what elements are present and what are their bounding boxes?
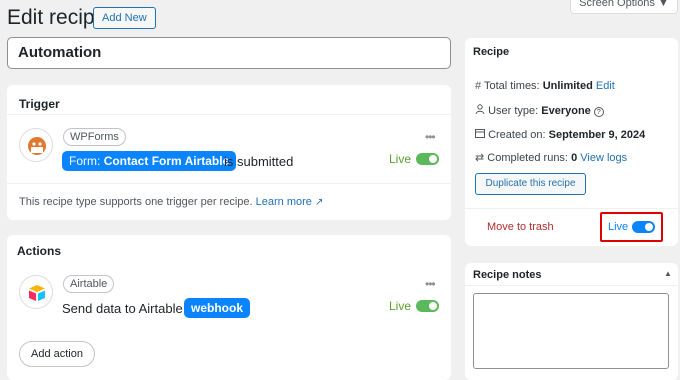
trigger-panel: Trigger WPForms ••• Form: Contact Form A… (7, 85, 451, 220)
user-type-label: User type: (488, 105, 539, 117)
action-live-toggle[interactable] (416, 300, 439, 312)
move-to-trash-link[interactable]: Move to trash (487, 221, 554, 233)
completed-runs-label: Completed runs: (487, 152, 568, 164)
action-more-icon[interactable]: ••• (425, 277, 436, 291)
trigger-more-icon[interactable]: ••• (425, 130, 436, 144)
wpforms-icon (19, 128, 53, 162)
airtable-icon (19, 275, 53, 309)
trigger-heading: Trigger (19, 97, 60, 111)
page-title: Edit recipe (7, 6, 107, 29)
recipe-sidebar: Recipe # Total times: Unlimited Edit Use… (465, 38, 678, 246)
trigger-live-toggle[interactable] (416, 153, 439, 165)
trigger-note: This recipe type supports one trigger pe… (19, 196, 253, 208)
total-times-value: Unlimited (542, 80, 593, 92)
trigger-live-label: Live (389, 152, 412, 166)
hash-icon: # (475, 80, 482, 92)
completed-runs-value: 0 (571, 152, 578, 164)
add-action-button[interactable]: Add action (19, 341, 95, 367)
actions-panel: Actions Airtable ••• Send data to Airtab… (7, 235, 451, 380)
user-icon (475, 104, 488, 117)
total-times-edit-link[interactable]: Edit (596, 80, 615, 92)
created-label: Created on: (488, 129, 546, 141)
action-token-value: webhook (191, 301, 244, 315)
collapse-up-icon[interactable]: ▲ (664, 269, 672, 278)
view-logs-link[interactable]: View logs (580, 152, 627, 164)
learn-more-link[interactable]: Learn more (256, 196, 312, 208)
recipe-notes-heading: Recipe notes (473, 269, 542, 281)
recipe-live-toggle[interactable] (632, 221, 655, 233)
user-type-value: Everyone (541, 105, 591, 117)
recipe-notes-textarea[interactable] (473, 293, 669, 369)
action-live-label: Live (389, 299, 412, 313)
screen-options-button[interactable]: Screen Options ▼ (570, 0, 678, 14)
trigger-token-prefix: Form: (69, 154, 101, 168)
action-integration-tag: Airtable (63, 275, 115, 293)
actions-heading: Actions (17, 244, 62, 258)
recipe-live-label: Live (608, 221, 629, 233)
created-value: September 9, 2024 (548, 129, 646, 141)
trigger-token[interactable]: Form: Contact Form Airtable (62, 151, 237, 171)
total-times-label: Total times: (483, 80, 540, 92)
trigger-suffix: is submitted (224, 154, 294, 169)
calendar-icon (475, 129, 488, 141)
trigger-integration-tag: WPForms (63, 128, 126, 146)
recipe-title-input[interactable]: Automation (7, 37, 451, 69)
action-text: Send data to Airtable (62, 301, 183, 316)
help-icon[interactable]: ? (593, 107, 604, 117)
action-token[interactable]: webhook (184, 298, 251, 318)
refresh-icon: ⇄ (475, 152, 485, 164)
add-new-button[interactable]: Add New (93, 7, 156, 29)
trigger-token-value: Contact Form Airtable (103, 154, 230, 168)
external-link-icon: ↗ (314, 197, 324, 208)
recipe-notes-panel: Recipe notes ▲ (465, 263, 678, 380)
duplicate-recipe-button[interactable]: Duplicate this recipe (475, 173, 586, 195)
recipe-heading: Recipe (473, 46, 510, 58)
